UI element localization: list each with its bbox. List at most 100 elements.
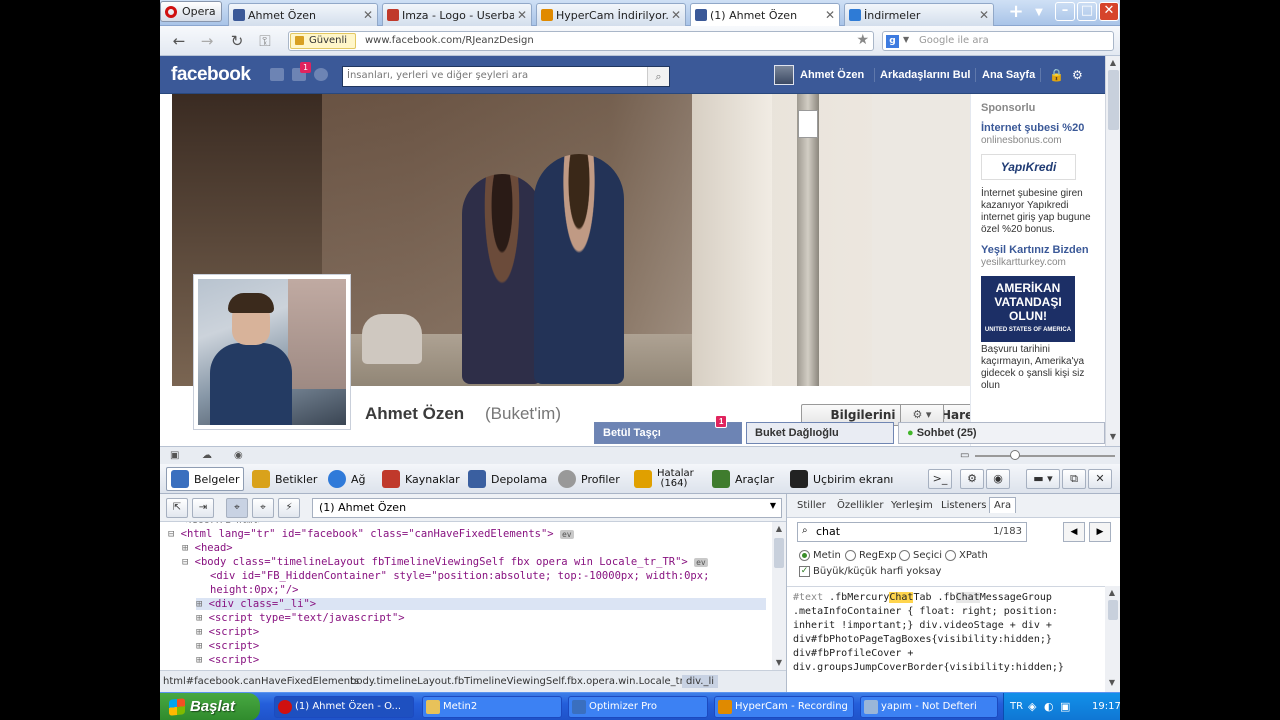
taskbar-item-notepad[interactable]: yapım - Not Defteri: [860, 696, 998, 718]
panel-toggle-icon[interactable]: ▣: [170, 450, 182, 461]
start-button[interactable]: Başlat: [160, 693, 260, 720]
search-mode-text[interactable]: Metin: [799, 550, 841, 561]
select-element-icon[interactable]: ⌖: [226, 498, 248, 518]
tab-network[interactable]: Ağ: [328, 467, 366, 491]
tab-scripts[interactable]: Betikler: [252, 467, 317, 491]
security-badge[interactable]: Güvenli: [290, 33, 356, 49]
language-indicator[interactable]: TR: [1010, 701, 1023, 712]
previous-match-icon[interactable]: ◀: [1063, 522, 1085, 542]
facebook-logo[interactable]: facebook: [171, 64, 251, 86]
results-scrollbar[interactable]: ▲ ▼: [1105, 586, 1120, 692]
taskbar-item-opera[interactable]: (1) Ahmet Özen - O...: [274, 696, 414, 718]
tab-console[interactable]: Uçbirim ekranı: [790, 467, 893, 491]
minimize-window-button[interactable]: –: [1055, 2, 1075, 21]
dom-line-head[interactable]: ⊞ <head>: [182, 542, 233, 554]
close-tab-icon[interactable]: ✕: [825, 8, 835, 22]
document-select[interactable]: (1) Ahmet Özen ▼: [312, 498, 782, 518]
key-icon[interactable]: ⚿: [256, 32, 274, 50]
tab-resources[interactable]: Kaynaklar: [382, 467, 460, 491]
zoom-slider-handle[interactable]: [1010, 450, 1020, 460]
scroll-down-icon[interactable]: ▼: [774, 658, 784, 668]
taskbar-item-metin2[interactable]: Metin2: [422, 696, 562, 718]
google-icon[interactable]: g: [886, 35, 899, 48]
search-field[interactable]: g ▼ Google ile ara: [882, 31, 1114, 51]
settings-gear-icon[interactable]: ⚙: [960, 469, 984, 489]
close-tab-icon[interactable]: ✕: [517, 8, 527, 22]
page-scrollbar[interactable]: ▲ ▼: [1105, 56, 1120, 446]
scroll-thumb[interactable]: [774, 538, 784, 568]
tab-styles[interactable]: Stiller: [797, 500, 826, 511]
ad-image[interactable]: AMERİKAN VATANDAŞI OLUN! UNITED STATES OF…: [981, 276, 1075, 342]
chat-tab-betul[interactable]: Betül Taşçı 1: [594, 415, 742, 444]
dom-search-input[interactable]: ⌕ chat 1/183: [797, 522, 1027, 542]
tab-list-dropdown-icon[interactable]: ▼: [1030, 3, 1048, 23]
scroll-up-icon[interactable]: ▲: [1108, 58, 1118, 68]
dom-tree-scrollbar[interactable]: ▲ ▼: [772, 522, 786, 670]
tab-layout[interactable]: Yerleşim: [891, 500, 933, 511]
close-tab-icon[interactable]: ✕: [979, 8, 989, 22]
tray-volume-icon[interactable]: ◐: [1044, 700, 1054, 713]
ad-image[interactable]: YapıKredi: [981, 154, 1076, 180]
taskbar-item-optimizer[interactable]: Optimizer Pro: [568, 696, 708, 718]
scroll-up-icon[interactable]: ▲: [1107, 588, 1117, 598]
close-window-button[interactable]: ✕: [1099, 2, 1119, 21]
address-field[interactable]: Güvenli www.facebook.com/RJeanzDesign ★: [288, 31, 874, 51]
nav-user-name-link[interactable]: Ahmet Özen: [800, 69, 864, 81]
expand-all-icon[interactable]: ⇱: [166, 498, 188, 518]
scroll-thumb[interactable]: [1108, 600, 1118, 620]
back-icon[interactable]: ←: [170, 32, 188, 50]
tab-hypercam[interactable]: HyperCam İndirilyor......✕: [536, 3, 686, 26]
nav-home-link[interactable]: Ana Sayfa: [982, 69, 1035, 81]
tab-documents[interactable]: Belgeler: [166, 467, 245, 491]
ignore-case-checkbox[interactable]: ✓ Büyük/küçük harfi yoksay: [799, 566, 941, 577]
nav-find-friends-link[interactable]: Arkadaşlarını Bul: [880, 69, 970, 81]
close-tab-icon[interactable]: ✕: [671, 8, 681, 22]
notifications-globe-icon[interactable]: [314, 68, 328, 81]
highlight-icon[interactable]: ⌖: [252, 498, 274, 518]
bookmark-star-icon[interactable]: ★: [856, 32, 869, 48]
tray-app-icon[interactable]: ▣: [1060, 700, 1070, 713]
profile-name[interactable]: Ahmet Özen: [365, 404, 464, 424]
tab-storage[interactable]: Depolama: [468, 467, 547, 491]
breadcrumb-item[interactable]: html#facebook.canHaveFixedElements: [163, 676, 359, 687]
chat-tab-buket[interactable]: Buket Dağlıoğlu: [746, 422, 894, 444]
settings-gear-icon[interactable]: ⚙: [1072, 68, 1083, 82]
tab-ahmet-ozen[interactable]: Ahmet Özen ✕: [228, 3, 378, 26]
friend-requests-icon[interactable]: [270, 68, 284, 81]
privacy-shortcuts-icon[interactable]: 🔒: [1049, 68, 1064, 82]
tab-search[interactable]: Ara: [989, 497, 1017, 513]
taskbar-item-hypercam[interactable]: HyperCam - Recording: [714, 696, 854, 718]
breadcrumb-item[interactable]: body.timelineLayout.fbTimelineViewingSel…: [350, 676, 702, 687]
search-mode-xpath[interactable]: XPath: [945, 550, 988, 561]
command-line-button[interactable]: >_: [928, 469, 952, 489]
facebook-search-input[interactable]: İnsanları, yerleri ve diğer şeyleri ara …: [342, 66, 670, 87]
dom-line-hidden-container[interactable]: <div id="FB_HiddenContainer" style="posi…: [210, 570, 709, 582]
tab-profiler[interactable]: Profiler: [558, 467, 620, 491]
dom-line-script[interactable]: ⊞ <script type="text/javascript">: [196, 612, 405, 624]
search-engine-dropdown-icon[interactable]: ▼: [903, 35, 909, 44]
maximize-window-button[interactable]: □: [1077, 2, 1097, 21]
search-icon[interactable]: ⌕: [647, 67, 669, 86]
scroll-down-icon[interactable]: ▼: [1108, 432, 1118, 442]
tab-ahmet-ozen-active[interactable]: (1) Ahmet Özen ✕: [690, 3, 840, 26]
chat-sidebar-toggle[interactable]: ● Sohbet (25): [898, 422, 1105, 444]
tray-network-icon[interactable]: ◈: [1028, 700, 1036, 713]
event-badge[interactable]: ev: [559, 530, 574, 539]
tab-errors[interactable]: Hatalar (164): [634, 467, 694, 491]
dom-line-script[interactable]: ⊞ <script>: [196, 626, 259, 638]
close-tab-icon[interactable]: ✕: [363, 8, 373, 22]
forward-icon[interactable]: →: [198, 32, 216, 50]
profile-picture[interactable]: [193, 274, 351, 430]
unite-cloud-icon[interactable]: ☁: [202, 450, 214, 461]
export-dom-icon[interactable]: ⇥: [192, 498, 214, 518]
search-mode-selector[interactable]: Seçici: [899, 550, 942, 561]
tab-utilities[interactable]: Araçlar: [712, 467, 774, 491]
remote-debug-icon[interactable]: ◉: [986, 469, 1010, 489]
ad-title[interactable]: Yeşil Kartınız Bizden: [981, 244, 1095, 257]
dom-line-script[interactable]: ⊞ <script>: [196, 640, 259, 652]
dom-tree[interactable]: <!DOCTYPE html> ⊟ <html lang="tr" id="fa…: [160, 522, 772, 670]
close-devtools-button[interactable]: ✕: [1088, 469, 1112, 489]
zoom-slider[interactable]: [975, 455, 1115, 457]
dom-line-body[interactable]: ⊟ <body class="timelineLayout fbTimeline…: [182, 556, 708, 568]
next-match-icon[interactable]: ▶: [1089, 522, 1111, 542]
